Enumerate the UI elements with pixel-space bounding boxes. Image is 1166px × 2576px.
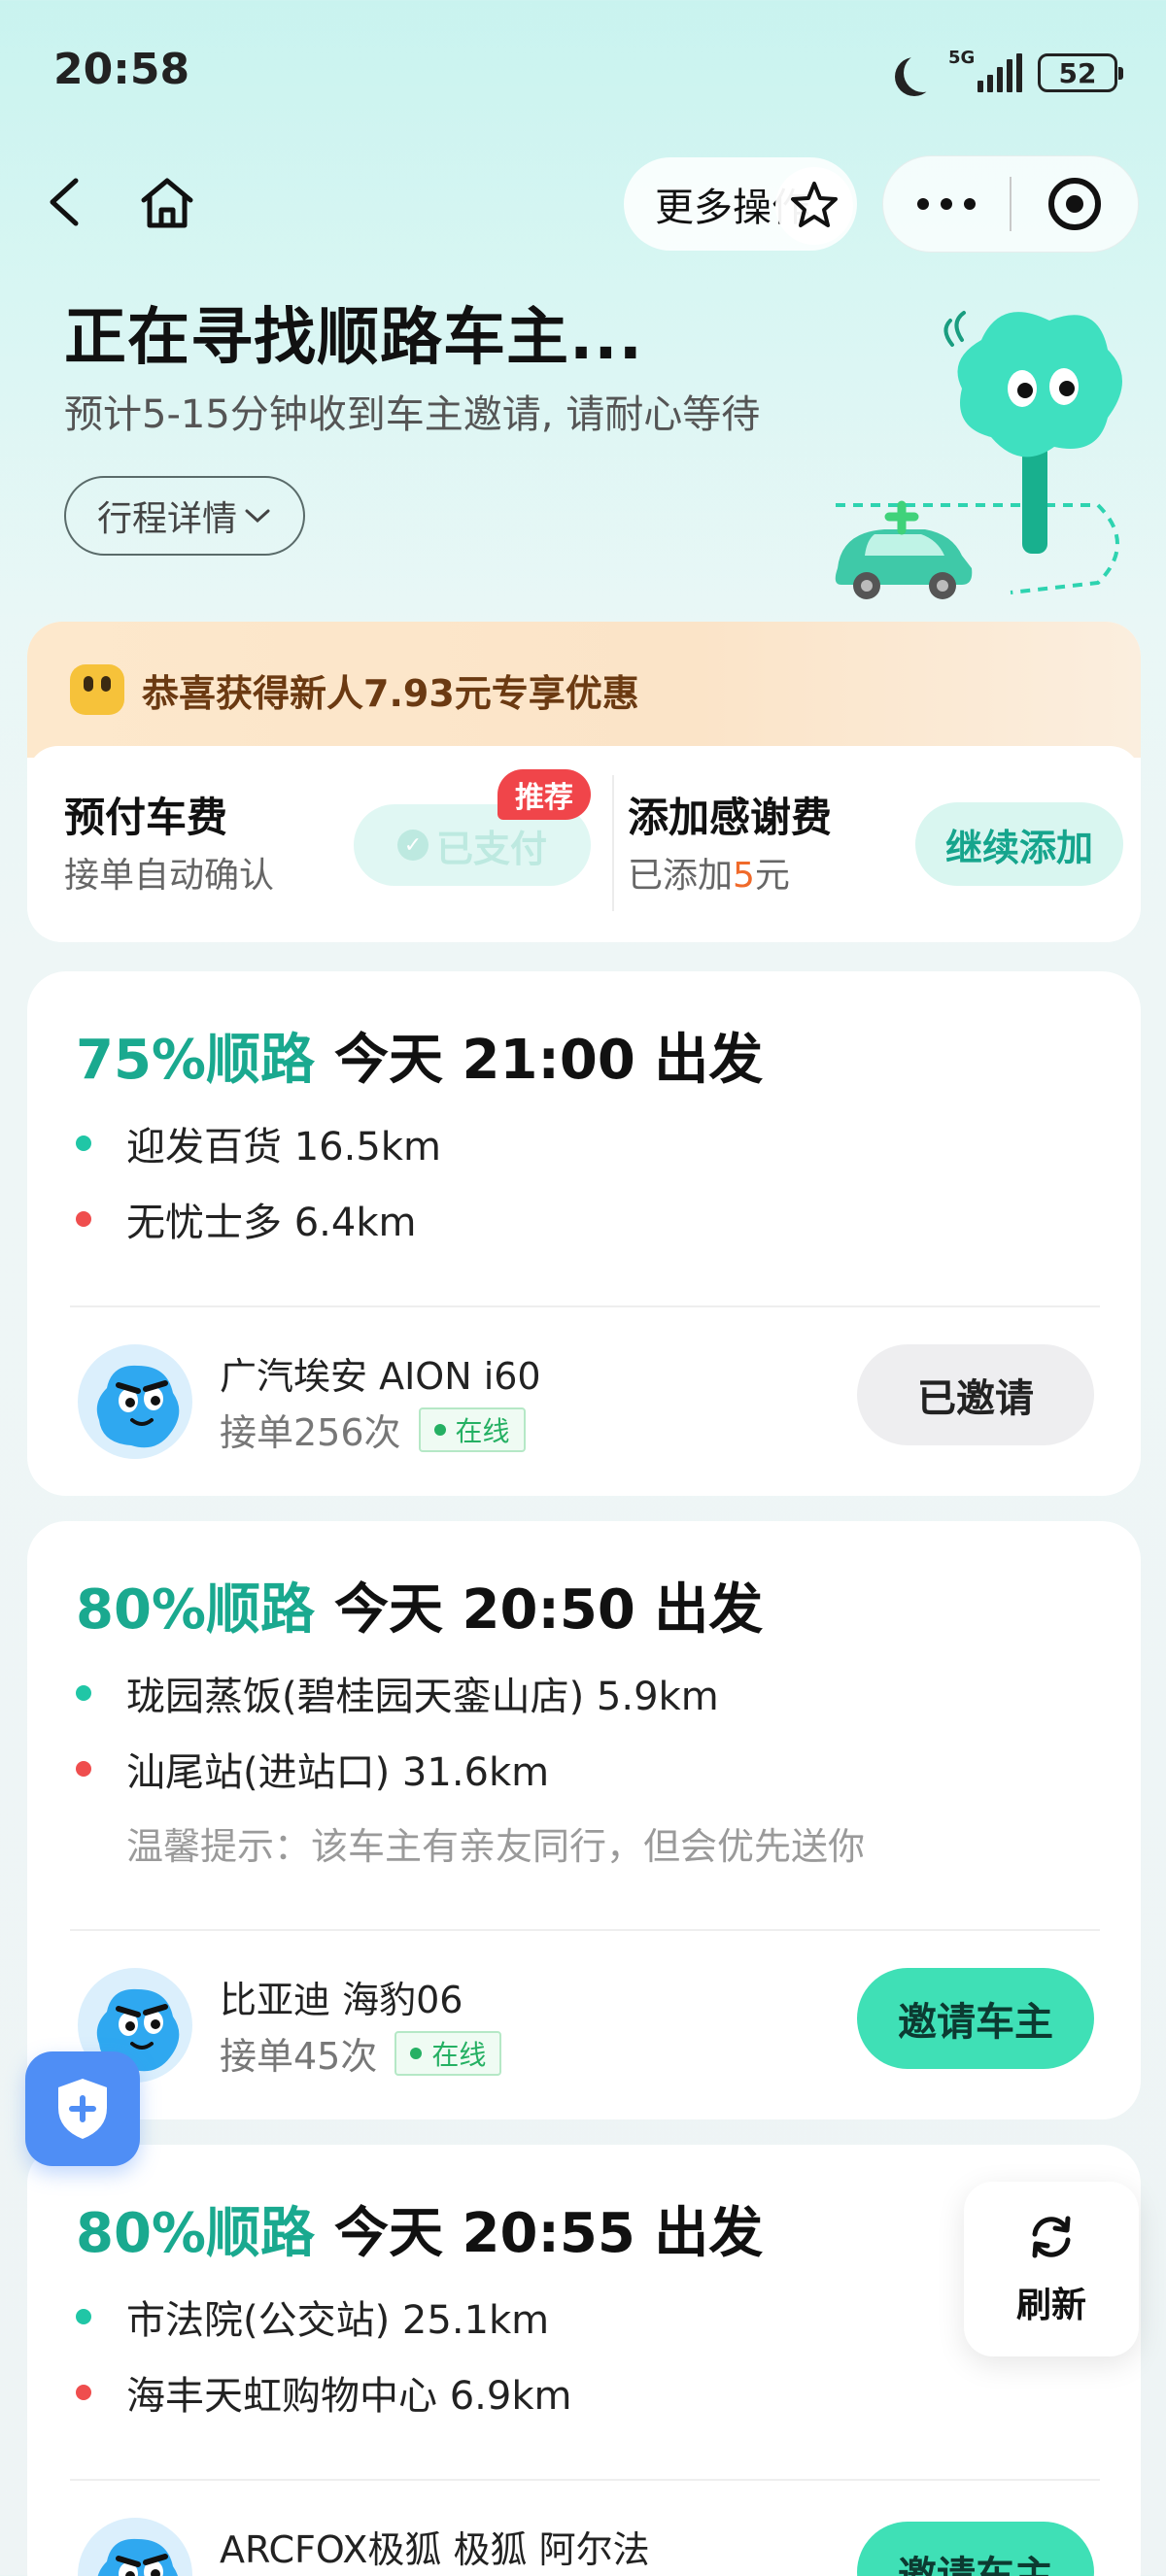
chevron-down-icon (245, 509, 270, 524)
paid-label: 已支付 (435, 827, 547, 870)
shield-icon (58, 2079, 107, 2139)
driver-car-model: ARCFOX极狐 极狐 阿尔法 (220, 2528, 650, 2571)
trip-detail-label: 行程详情 (96, 499, 237, 539)
refresh-icon (1032, 2216, 1071, 2258)
signal-icon: 5G (948, 48, 1022, 92)
end-dot-icon (76, 1761, 91, 1777)
continue-add-button[interactable]: 继续添加 (915, 802, 1123, 886)
check-icon: ✓ (396, 830, 429, 861)
home-button[interactable] (136, 171, 198, 233)
promo-banner-text: 恭喜获得新人7.93元专享优惠 (142, 671, 639, 715)
start-dot-icon (76, 1135, 91, 1151)
depart-time: 今天 20:55 出发 (334, 2202, 764, 2265)
status-bar: 20:58 5G 52 (0, 0, 1166, 146)
driver-car-model: 广汽埃安 AION i60 (220, 1355, 541, 1398)
thank-fee-title: 添加感谢费 (628, 794, 833, 841)
start-stop: 迎发百货 16.5km (76, 1115, 441, 1171)
more-menu-button[interactable] (883, 155, 1010, 253)
invite-driver-button[interactable]: 邀请车主 (857, 2522, 1094, 2576)
start-dot-icon (76, 1685, 91, 1701)
close-program-button[interactable] (1012, 155, 1138, 253)
depart-time: 今天 20:50 出发 (334, 1578, 764, 1642)
smiley-icon (70, 664, 124, 715)
end-stop: 无忧士多 6.4km (76, 1191, 416, 1247)
prepay-title: 预付车费 (64, 794, 228, 841)
tree-car-illustration (835, 311, 1122, 599)
ride-card[interactable]: 75%顺路 今天 21:00 出发 迎发百货 16.5km 无忧士多 6.4km … (27, 971, 1141, 1496)
driver-order-count: 接单45次 在线 (220, 2026, 502, 2080)
promo-banner: 恭喜获得新人7.93元专享优惠 (27, 622, 1141, 758)
back-button[interactable] (39, 173, 97, 231)
promo-card: 恭喜获得新人7.93元专享优惠 预付车费 接单自动确认 ✓ 已支付 推荐 添加感… (27, 622, 1141, 942)
do-not-disturb-icon (904, 53, 943, 92)
star-icon (791, 182, 838, 227)
online-badge: 在线 (418, 1407, 526, 1452)
invite-driver-button[interactable]: 邀请车主 (857, 1968, 1094, 2069)
online-badge: 在线 (394, 2030, 502, 2076)
match-rate: 80%顺路 (76, 2202, 316, 2265)
page-subtitle: 预计5-15分钟收到车主邀请, 请耐心等待 (64, 392, 761, 437)
refresh-button[interactable]: 刷新 (964, 2182, 1139, 2356)
invited-button[interactable]: 已邀请 (857, 1344, 1094, 1445)
end-dot-icon (76, 1211, 91, 1227)
thank-fee-amount: 5 (733, 856, 755, 896)
start-dot-icon (76, 2309, 91, 2324)
refresh-label: 刷新 (1015, 2286, 1086, 2325)
end-stop: 海丰天虹购物中心 6.9km (76, 2364, 571, 2421)
network-type: 5G (948, 48, 976, 68)
recommend-badge: 推荐 (497, 769, 591, 820)
ride-header: 80%顺路 今天 20:50 出发 (76, 1566, 763, 1644)
driver-car-model: 比亚迪 海豹06 (220, 1979, 463, 2021)
mini-program-capsule (882, 155, 1139, 253)
prepay-subtitle: 接单自动确认 (64, 856, 275, 896)
start-stop: 珑园蒸饭(碧桂园天銮山店) 5.9km (76, 1665, 719, 1721)
ride-card[interactable]: 80%顺路 今天 20:50 出发 珑园蒸饭(碧桂园天銮山店) 5.9km 汕尾站… (27, 1521, 1141, 2119)
trip-detail-button[interactable]: 行程详情 (64, 476, 305, 556)
status-icons: 5G 52 (894, 48, 1123, 97)
friendly-tip: 温馨提示：该车主有亲友同行，但会优先送你 (126, 1825, 866, 1868)
start-stop: 市法院(公交站) 25.1km (76, 2288, 549, 2345)
ride-header: 80%顺路 今天 20:55 出发 (76, 2189, 763, 2268)
end-dot-icon (76, 2385, 91, 2400)
safety-button[interactable] (25, 2051, 140, 2166)
nav-bar: 更多操作 (0, 146, 1166, 262)
thank-fee-subtitle: 已添加5元 (628, 856, 790, 896)
match-rate: 80%顺路 (76, 1578, 316, 1642)
home-icon (141, 178, 193, 228)
ride-header: 75%顺路 今天 21:00 出发 (76, 1016, 763, 1095)
favorite-button[interactable] (775, 167, 853, 245)
page-title: 正在寻找顺路车主... (64, 302, 643, 374)
status-time: 20:58 (53, 45, 190, 94)
battery-icon: 52 (1038, 53, 1123, 92)
end-stop: 汕尾站(进站口) 31.6km (76, 1741, 549, 1797)
chevron-left-icon (50, 178, 79, 226)
match-rate: 75%顺路 (76, 1029, 316, 1092)
driver-order-count: 接单256次 在线 (220, 1403, 526, 1456)
depart-time: 今天 21:00 出发 (334, 1029, 764, 1092)
driver-avatar (78, 2518, 192, 2576)
target-icon (1048, 178, 1101, 230)
driver-avatar (78, 1344, 192, 1459)
